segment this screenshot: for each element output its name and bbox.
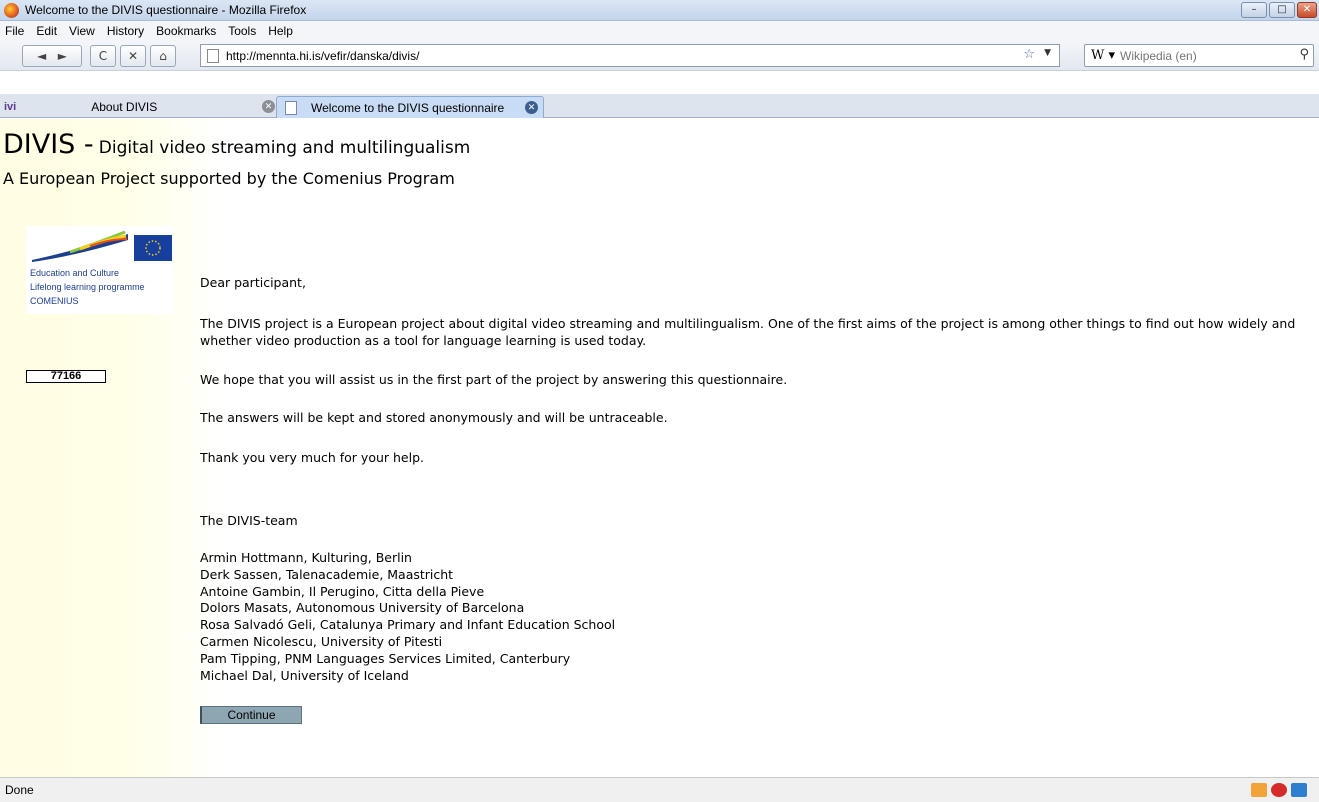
home-button[interactable]: ⌂ [150, 44, 176, 67]
close-tab-icon[interactable]: ✕ [525, 101, 538, 114]
home-icon: ⌂ [159, 48, 167, 63]
tab-label: Welcome to the DIVIS questionnaire [311, 100, 505, 115]
list-item: Armin Hottmann, Kulturing, Berlin [200, 550, 412, 565]
menu-view[interactable]: View [69, 24, 95, 38]
navigation-toolbar: ◄ ► C ✕ ⌂ http://mennta.hi.is/vefir/dans… [0, 41, 1319, 71]
tab-label: About DIVIS [91, 100, 158, 114]
tab-welcome[interactable]: Welcome to the DIVIS questionnaire ✕ [276, 96, 544, 118]
page-subtitle: A European Project supported by the Come… [3, 169, 455, 188]
page-icon [285, 100, 297, 115]
menu-tools[interactable]: Tools [228, 24, 256, 38]
stop-icon: ✕ [127, 48, 139, 63]
forward-icon[interactable]: ► [58, 49, 67, 63]
paragraph-thanks: Thank you very much for your help. [200, 450, 424, 465]
menu-help[interactable]: Help [268, 24, 293, 38]
bookmark-star-icon[interactable]: ☆ [1023, 47, 1035, 62]
list-item: Michael Dal, University of Iceland [200, 667, 409, 683]
list-item: Rosa Salvadó Geli, Catalunya Primary and… [200, 617, 616, 633]
reload-button[interactable]: C [90, 44, 116, 67]
search-input[interactable] [1120, 48, 1291, 63]
maximize-button[interactable]: □ [1269, 2, 1295, 18]
menu-bar: File Edit View History Bookmarks Tools H… [0, 21, 1319, 41]
minimize-button[interactable]: – [1241, 2, 1267, 18]
visitor-counter: 77166 [26, 370, 106, 383]
continue-button[interactable]: Continue [200, 706, 302, 724]
close-button[interactable]: ✕ [1297, 2, 1317, 18]
page-icon [207, 48, 219, 63]
list-item: Pam Tipping, PNM Languages Services Limi… [200, 650, 571, 666]
page-content: DIVIS - Digital video streaming and mult… [0, 119, 1319, 777]
search-icon[interactable]: ⚲ [1299, 47, 1309, 62]
close-tab-icon[interactable]: ✕ [262, 100, 275, 113]
paragraph-intro: The DIVIS project is a European project … [200, 316, 1296, 348]
window-title: Welcome to the DIVIS questionnaire - Moz… [25, 3, 307, 17]
list-item: Carmen Nicolescu, University of Pitesti [200, 633, 443, 649]
tab-about-divis[interactable]: ivi About DIVIS ✕ [0, 96, 275, 118]
back-icon[interactable]: ◄ [37, 49, 46, 63]
logo-line: Lifelong learning programme [30, 282, 145, 292]
title-tagline: Digital video streaming and multilingual… [98, 138, 471, 158]
menu-bookmarks[interactable]: Bookmarks [156, 24, 216, 38]
list-item: Derk Sassen, Talenacademie, Maastricht [200, 566, 454, 582]
eu-flag-icon [134, 235, 172, 261]
list-item: Antoine Gambin, Il Perugino, Citta della… [200, 583, 485, 599]
paragraph-request: We hope that you will assist us in the f… [200, 372, 788, 387]
window-controls: – □ ✕ [1241, 2, 1317, 18]
logo-line: Education and Culture [30, 268, 120, 278]
search-engine-icon[interactable]: W ▾ [1091, 48, 1115, 63]
title-main: DIVIS - [3, 129, 94, 160]
status-bar: Done [0, 777, 1319, 802]
firefox-icon [4, 2, 19, 18]
team-list: Armin Hottmann, Kulturing, Berlin Derk S… [200, 550, 615, 684]
menu-edit[interactable]: Edit [36, 24, 57, 38]
reload-icon: C [98, 48, 108, 63]
greeting: Dear participant, [200, 275, 306, 290]
menu-file[interactable]: File [5, 24, 24, 38]
page-title: DIVIS - Digital video streaming and mult… [3, 129, 470, 160]
url-dropdown-icon[interactable]: ▼ [1044, 48, 1051, 58]
search-bar[interactable]: W ▾ ⚲ [1084, 44, 1314, 67]
swoosh-icon [32, 230, 128, 262]
url-text[interactable]: http://mennta.hi.is/vefir/danska/divis/ [226, 49, 419, 63]
comenius-logo: Education and Culture Lifelong learning … [26, 226, 174, 314]
stop-button[interactable]: ✕ [120, 44, 146, 67]
paragraph-anonymity: The answers will be kept and stored anon… [200, 410, 668, 425]
list-item: Dolors Masats, Autonomous University of … [200, 600, 525, 616]
menu-history[interactable]: History [107, 24, 144, 38]
url-bar[interactable]: http://mennta.hi.is/vefir/danska/divis/ … [200, 44, 1060, 67]
extension-icon[interactable] [1291, 783, 1307, 797]
window-title-bar: Welcome to the DIVIS questionnaire - Moz… [0, 0, 1319, 21]
notes-icon[interactable] [1251, 783, 1267, 797]
status-icons [1251, 783, 1307, 797]
logo-line: COMENIUS [30, 296, 79, 306]
adblock-icon[interactable] [1271, 783, 1287, 797]
tab-strip: ivi About DIVIS ✕ Welcome to the DIVIS q… [0, 94, 1319, 118]
team-heading: The DIVIS-team [200, 513, 298, 528]
tab-site-logo: ivi [4, 101, 17, 113]
back-forward-buttons[interactable]: ◄ ► [22, 44, 82, 67]
status-text: Done [5, 783, 34, 797]
